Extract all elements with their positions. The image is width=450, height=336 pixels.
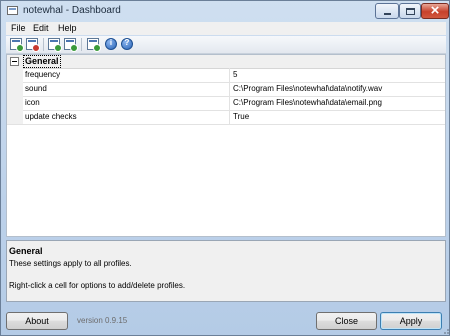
toolbar-separator [81, 38, 82, 51]
description-panel: General These settings apply to all prof… [6, 240, 446, 302]
maximize-button[interactable] [399, 3, 421, 19]
row-gutter [7, 96, 23, 110]
property-row-update-checks[interactable]: update checks True [7, 110, 445, 125]
column-divider[interactable] [229, 68, 230, 82]
help-icon[interactable] [121, 38, 133, 50]
column-divider[interactable] [229, 110, 230, 124]
row-gutter [7, 68, 23, 82]
app-window: notewhal - Dashboard File Edit Help Gene… [0, 0, 450, 336]
profile-refresh-icon[interactable] [64, 38, 78, 52]
collapse-toggle-icon[interactable] [10, 57, 19, 66]
menu-bar: File Edit Help [6, 22, 446, 35]
property-value[interactable]: C:\Program Files\notewhal\data\notify.wa… [233, 84, 443, 93]
property-name: sound [25, 84, 47, 93]
close-window-button[interactable] [421, 2, 449, 19]
delete-profile-icon[interactable] [26, 38, 40, 52]
minimize-button[interactable] [375, 3, 399, 19]
property-value[interactable]: 5 [233, 70, 443, 79]
category-label: General [23, 55, 61, 68]
category-row-general[interactable]: General [7, 55, 445, 69]
column-divider[interactable] [229, 96, 230, 110]
property-row-icon[interactable]: icon C:\Program Files\notewhal\data\emai… [7, 96, 445, 111]
column-divider[interactable] [229, 82, 230, 96]
apply-button[interactable]: Apply [380, 312, 442, 330]
property-name: update checks [25, 112, 77, 121]
property-row-frequency[interactable]: frequency 5 [7, 68, 445, 83]
info-icon[interactable] [105, 38, 117, 50]
property-value[interactable]: True [233, 112, 443, 121]
row-gutter [7, 110, 23, 124]
description-hint: Right-click a cell for options to add/de… [9, 281, 186, 290]
property-row-sound[interactable]: sound C:\Program Files\notewhal\data\not… [7, 82, 445, 97]
menu-edit[interactable]: Edit [33, 23, 49, 33]
menu-file[interactable]: File [11, 23, 26, 33]
description-text: These settings apply to all profiles. [9, 259, 132, 268]
profile-settings-icon[interactable] [48, 38, 62, 52]
property-grid: General frequency 5 sound C:\Program Fil… [6, 54, 446, 237]
property-name: frequency [25, 70, 61, 79]
title-bar[interactable]: notewhal - Dashboard [1, 1, 449, 21]
property-name: icon [25, 98, 40, 107]
new-profile-icon[interactable] [10, 38, 24, 52]
toolbar [6, 36, 446, 54]
close-button[interactable]: Close [316, 312, 377, 330]
about-button[interactable]: About [6, 312, 68, 330]
menu-help[interactable]: Help [58, 23, 77, 33]
row-gutter [7, 82, 23, 96]
toolbar-separator [43, 38, 44, 51]
app-window-icon [7, 6, 18, 15]
description-title: General [9, 246, 43, 256]
property-value[interactable]: C:\Program Files\notewhal\data\email.png [233, 98, 443, 107]
window-title: notewhal - Dashboard [23, 5, 121, 16]
check-now-icon[interactable] [87, 38, 101, 52]
resize-grip[interactable] [441, 327, 449, 335]
version-label: version 0.9.15 [77, 316, 128, 325]
